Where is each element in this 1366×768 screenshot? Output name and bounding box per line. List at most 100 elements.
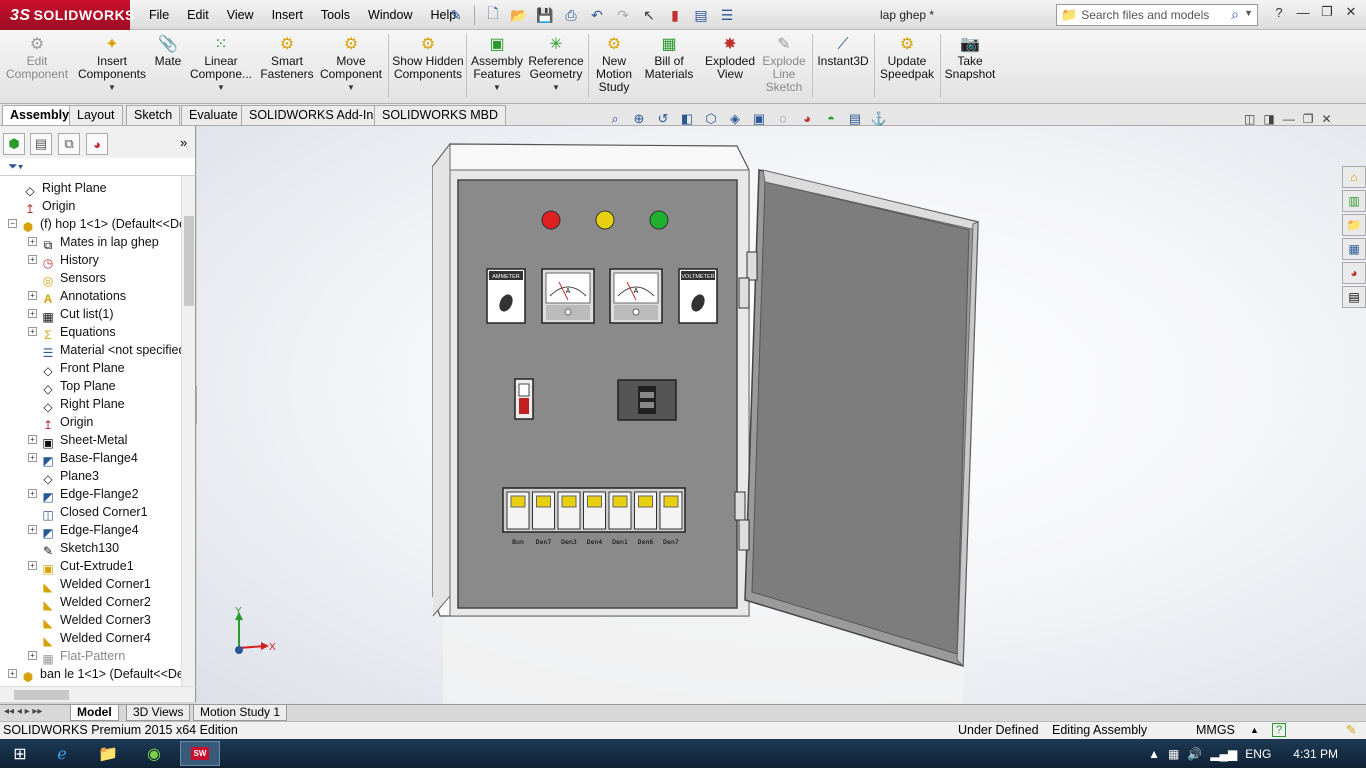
network-icon[interactable]: ▦ — [1168, 747, 1179, 761]
search-box[interactable]: 📁 Search files and models ⌕ ▼ — [1056, 4, 1258, 26]
tree-item[interactable]: ◇ Right Plane — [40, 395, 124, 414]
bill-of-materials-button[interactable]: ▦ Bill of Materials — [642, 34, 696, 81]
chevron-down-icon[interactable]: ▼ — [1244, 8, 1253, 18]
tree-item[interactable]: ↥ Origin — [22, 197, 75, 216]
solidworks-taskbar-icon[interactable]: SW — [180, 741, 220, 766]
tree-item[interactable]: ◇ Plane3 — [40, 467, 99, 486]
chevron-up-icon[interactable]: ▲ — [1148, 747, 1160, 761]
select-pointer-icon[interactable]: ↖ — [638, 4, 660, 26]
apply-scene-icon[interactable]: ◓ — [821, 111, 841, 129]
windows-start-icon[interactable]: ⊞ — [0, 741, 40, 766]
expand-icon[interactable]: + — [28, 651, 37, 660]
print-icon[interactable]: ⎙ — [560, 4, 582, 26]
menu-window[interactable]: Window — [359, 0, 421, 30]
section-view-icon[interactable]: ◧ — [677, 111, 697, 129]
chevron-down-icon[interactable]: ▼ — [347, 81, 355, 94]
tree-item[interactable]: ☰ Material <not specified> — [40, 341, 193, 360]
tree-item[interactable]: + ▦ Flat-Pattern — [28, 647, 125, 666]
expand-icon[interactable]: + — [28, 237, 37, 246]
dynamic-annotation-icon[interactable]: ⬡ — [701, 111, 721, 129]
tree-item[interactable]: ✎ Sketch130 — [40, 539, 119, 558]
menu-insert[interactable]: Insert — [263, 0, 312, 30]
expand-icon[interactable]: + — [28, 435, 37, 444]
expand-icon[interactable]: + — [28, 327, 37, 336]
search-input[interactable]: Search files and models — [1081, 8, 1209, 22]
file-explorer-icon[interactable]: 📁 — [1342, 214, 1366, 236]
previous-view-icon[interactable]: ↺ — [653, 111, 673, 129]
tab-3d-views[interactable]: 3D Views — [126, 705, 191, 721]
tree-filter[interactable]: ⏷▾ — [0, 158, 196, 176]
chevron-down-icon[interactable]: ▼ — [493, 81, 501, 94]
mate-button[interactable]: 📎 Mate — [150, 34, 186, 68]
expand-icon[interactable]: + — [28, 291, 37, 300]
tree-item[interactable]: + ◩ Edge-Flange2 — [28, 485, 139, 504]
tree-item[interactable]: ◣ Welded Corner2 — [40, 593, 150, 612]
tab-motion-study[interactable]: Motion Study 1 — [193, 705, 288, 721]
insert-components-button[interactable]: ✦ Insert Components ▼ — [76, 34, 148, 94]
expand-icon[interactable]: + — [28, 453, 37, 462]
new-document-icon[interactable]: 🗋 — [482, 4, 504, 26]
undo-icon[interactable]: ↶ — [586, 4, 608, 26]
tree-item[interactable]: + A Annotations — [28, 287, 126, 306]
appearances-icon[interactable]: ◕ — [1342, 262, 1366, 284]
menu-view[interactable]: View — [218, 0, 263, 30]
view-orientation-icon[interactable]: ◈ — [725, 111, 745, 129]
tree-item[interactable]: + ▦ Cut list(1) — [28, 305, 113, 324]
configuration-manager-tab-icon[interactable]: ⧉ — [58, 133, 80, 155]
tab-sketch[interactable]: Sketch — [126, 105, 181, 125]
property-manager-tab-icon[interactable]: ▤ — [30, 133, 52, 155]
redo-icon[interactable]: ↷ — [612, 4, 634, 26]
expand-icon[interactable]: + — [28, 255, 37, 264]
tag-icon[interactable]: ✎ — [1346, 722, 1356, 739]
file-explorer-icon[interactable]: 📁 — [88, 741, 128, 766]
exploded-view-button[interactable]: ✸ Exploded View — [702, 34, 758, 81]
scroll-thumb[interactable] — [14, 690, 69, 700]
tree-item[interactable]: ◣ Welded Corner4 — [40, 629, 150, 648]
collapse-icon[interactable]: − — [8, 219, 17, 228]
open-folder-icon[interactable]: 📂 — [508, 4, 530, 26]
take-snapshot-button[interactable]: 📷 Take Snapshot — [942, 34, 998, 81]
help-icon[interactable]: ? — [1270, 5, 1288, 20]
show-hidden-components-button[interactable]: ⚙ Show Hidden Components — [392, 34, 464, 81]
linear-component-pattern-button[interactable]: ⁙ Linear Compone... ▼ — [188, 34, 254, 94]
signal-icon[interactable]: ▂▄▆ — [1210, 747, 1237, 761]
tree-item[interactable]: ◇ Front Plane — [40, 359, 124, 378]
close-icon[interactable]: ✕ — [1321, 112, 1331, 126]
new-motion-study-button[interactable]: ⚙ New Motion Study — [592, 34, 636, 94]
rebuild-icon[interactable]: ▮ — [664, 4, 686, 26]
tree-item[interactable]: ◇ Right Plane — [22, 179, 106, 198]
chevron-down-icon[interactable]: ▼ — [217, 81, 225, 94]
save-icon[interactable]: 💾 — [534, 4, 556, 26]
move-component-button[interactable]: ⚙ Move Component ▼ — [318, 34, 384, 94]
tree-item[interactable]: ◫ Closed Corner1 — [40, 503, 147, 522]
cabinet-model[interactable]: AMMETER A A VOLTMETER Bun Den7 Den3 Den4… — [197, 126, 1366, 704]
tree-item[interactable]: + ◩ Edge-Flange4 — [28, 521, 139, 540]
solidworks-logo[interactable]: 3S SOLIDWORKS — [0, 0, 135, 30]
search-icon[interactable]: ⌕ — [1231, 6, 1239, 23]
feature-tree-tab-icon[interactable]: ⬢ — [3, 133, 25, 155]
tab-scroll-arrows-icon[interactable]: ◂◂ ◂ ▸ ▸▸ — [4, 706, 42, 717]
tree-vertical-scrollbar[interactable] — [181, 176, 195, 686]
tab-layout[interactable]: Layout — [69, 105, 123, 125]
expand-icon[interactable]: + — [8, 669, 17, 678]
file-properties-icon[interactable]: ▤ — [690, 4, 712, 26]
app-icon[interactable]: ◉ — [134, 741, 174, 766]
clock[interactable]: 4:31 PM — [1293, 747, 1338, 761]
tree-item[interactable]: + ◷ History — [28, 251, 99, 270]
pin-icon[interactable]: ✎ — [445, 4, 467, 26]
tree-item[interactable]: + ⧉ Mates in lap ghep — [28, 233, 159, 252]
tree-item[interactable]: + ⬢ ban le 1<1> (Default<<De — [8, 665, 184, 684]
expand-icon[interactable]: + — [28, 309, 37, 318]
hide-show-icon[interactable]: ◌ — [773, 111, 793, 129]
tree-item[interactable]: − ⬢ (f) hop 1<1> (Default<<De — [8, 215, 186, 234]
tile-horizontal-icon[interactable]: ◨ — [1263, 112, 1274, 126]
tab-addins[interactable]: SOLIDWORKS Add-Ins — [241, 105, 388, 125]
custom-properties-icon[interactable]: ▤ — [1342, 286, 1366, 308]
expand-panel-icon[interactable]: » — [180, 135, 187, 150]
tree-item[interactable]: ◎ Sensors — [40, 269, 106, 288]
home-icon[interactable]: ⌂ — [1342, 166, 1366, 188]
restore-icon[interactable]: ❐ — [1318, 4, 1336, 20]
close-icon[interactable]: ✕ — [1342, 4, 1360, 20]
tree-item[interactable]: ◣ Welded Corner1 — [40, 575, 150, 594]
minimize-icon[interactable]: — — [1283, 112, 1295, 126]
